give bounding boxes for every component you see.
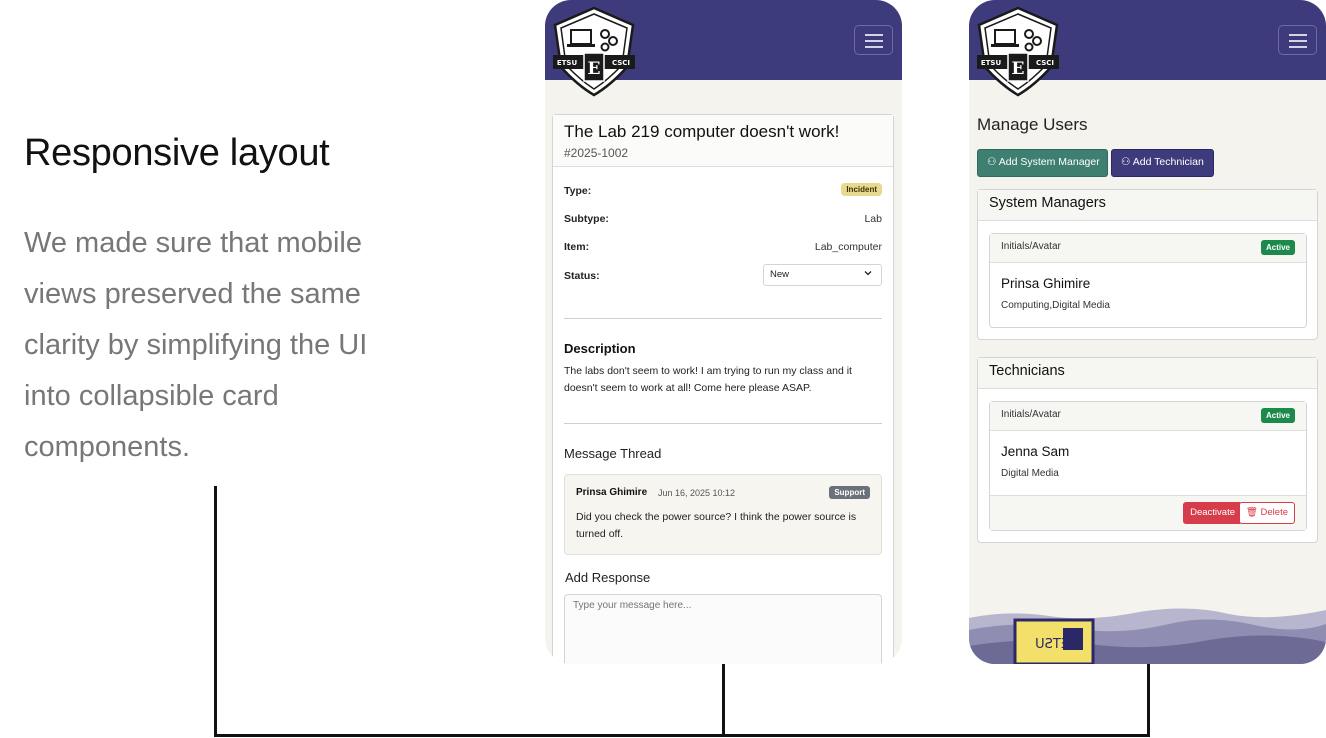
- ticket-title: The Lab 219 computer doesn't work!: [564, 122, 840, 141]
- divider: [564, 318, 882, 319]
- user-department: Digital Media: [1001, 468, 1059, 479]
- connector-left-vertical: [214, 486, 217, 737]
- status-badge: Active: [1260, 408, 1295, 423]
- hamburger-line: [1289, 40, 1307, 42]
- hamburger-line: [865, 40, 883, 42]
- connector-right-vertical: [1147, 664, 1150, 737]
- intro-title: Responsive layout: [24, 132, 330, 174]
- status-badge: Active: [1260, 240, 1295, 255]
- avatar-placeholder: Initials/Avatar: [1001, 241, 1061, 252]
- status-row: Status: New: [564, 264, 882, 290]
- trash-icon: 🗑: [1245, 507, 1258, 518]
- user-name: Prinsa Ghimire: [1001, 276, 1091, 291]
- item-value: Lab_computer: [814, 241, 882, 253]
- technicians-heading[interactable]: Technicians: [978, 358, 1317, 389]
- add-response-heading: Add Response: [565, 570, 651, 585]
- status-label: Status:: [564, 270, 600, 282]
- message-thread-heading: Message Thread: [564, 446, 662, 461]
- etsu-csci-logo[interactable]: E ETSU CSCI: [975, 5, 1061, 97]
- item-row: Item: Lab_computer: [564, 241, 882, 261]
- delete-button[interactable]: 🗑 Delete: [1238, 502, 1295, 524]
- ticket-card: The Lab 219 computer doesn't work! #2025…: [552, 114, 894, 664]
- etsu-csci-logo[interactable]: E ETSU CSCI: [551, 5, 637, 97]
- chevron-down-icon: [864, 271, 872, 276]
- user-card-actions: Deactivate 🗑 Delete: [990, 495, 1306, 530]
- user-card-header: Initials/Avatar Active: [990, 234, 1306, 263]
- technicians-section: Technicians Initials/Avatar Active Jenna…: [977, 357, 1318, 543]
- hamburger-line: [865, 34, 883, 36]
- system-managers-heading[interactable]: System Managers: [978, 190, 1317, 221]
- user-add-icon: ⚇: [987, 156, 997, 168]
- intro-body: We made sure that mobile views preserved…: [24, 227, 368, 463]
- subtype-value: Lab: [864, 213, 882, 225]
- description-text: The labs don't seem to work! I am trying…: [564, 365, 852, 394]
- add-technician-label: Add Technician: [1132, 156, 1204, 168]
- type-badge: Incident: [841, 183, 882, 196]
- mountain-footer-illustration: ETSU: [969, 604, 1326, 664]
- item-label: Item:: [564, 241, 590, 253]
- hamburger-line: [1289, 46, 1307, 48]
- user-department: Computing,Digital Media: [1001, 300, 1110, 311]
- phone-ticket-detail: E ETSU CSCI The Lab 219 computer doesn't…: [545, 0, 902, 664]
- response-input[interactable]: [564, 594, 882, 664]
- deactivate-button[interactable]: Deactivate: [1183, 502, 1242, 524]
- type-label: Type:: [564, 185, 592, 197]
- status-selected-value: New: [770, 269, 790, 280]
- add-technician-button[interactable]: ⚇ Add Technician: [1111, 149, 1214, 177]
- user-card: Initials/Avatar Active Prinsa Ghimire Co…: [989, 233, 1307, 328]
- hamburger-line: [865, 46, 883, 48]
- page-title: Manage Users: [977, 115, 1088, 134]
- menu-toggle-button[interactable]: [854, 25, 893, 55]
- subtype-row: Subtype: Lab: [564, 213, 882, 233]
- delete-label: Delete: [1260, 507, 1288, 518]
- connector-bottom-horizontal: [214, 734, 1150, 737]
- message-author: Prinsa Ghimire: [576, 487, 648, 498]
- logo-letter: E: [1012, 59, 1025, 79]
- message-timestamp: Jun 16, 2025 10:12: [658, 488, 736, 498]
- add-system-manager-button[interactable]: ⚇ Add System Manager: [977, 149, 1108, 177]
- subtype-label: Subtype:: [564, 213, 609, 225]
- menu-toggle-button[interactable]: [1278, 25, 1317, 55]
- ticket-id: #2025-1002: [564, 146, 629, 160]
- user-add-icon: ⚇: [1121, 156, 1131, 168]
- ticket-header[interactable]: The Lab 219 computer doesn't work! #2025…: [553, 115, 893, 167]
- user-name: Jenna Sam: [1001, 444, 1070, 459]
- status-select[interactable]: New: [763, 264, 882, 286]
- description-heading: Description: [564, 341, 636, 356]
- message-body: Did you check the power source? I think …: [576, 511, 857, 540]
- logo-letter: E: [588, 59, 601, 79]
- role-badge: Support: [829, 486, 870, 499]
- message-card: Prinsa Ghimire Jun 16, 2025 10:12 Suppor…: [564, 474, 882, 555]
- user-card: Initials/Avatar Active Jenna Sam Digital…: [989, 401, 1307, 531]
- logo-left-text: ETSU: [557, 59, 578, 67]
- connector-middle-vertical: [722, 664, 725, 737]
- phone-manage-users: E ETSU CSCI Manage Users ⚇ Add System Ma…: [969, 0, 1326, 664]
- divider: [564, 423, 882, 424]
- add-system-manager-label: Add System Manager: [998, 156, 1100, 168]
- type-row: Type: Incident: [564, 183, 882, 205]
- logo-left-text: ETSU: [981, 59, 1002, 67]
- logo-right-text: CSCI: [612, 59, 630, 67]
- logo-right-text: CSCI: [1036, 59, 1054, 67]
- avatar-placeholder: Initials/Avatar: [1001, 409, 1061, 420]
- hamburger-line: [1289, 34, 1307, 36]
- user-card-header: Initials/Avatar Active: [990, 402, 1306, 431]
- system-managers-section: System Managers Initials/Avatar Active P…: [977, 189, 1318, 340]
